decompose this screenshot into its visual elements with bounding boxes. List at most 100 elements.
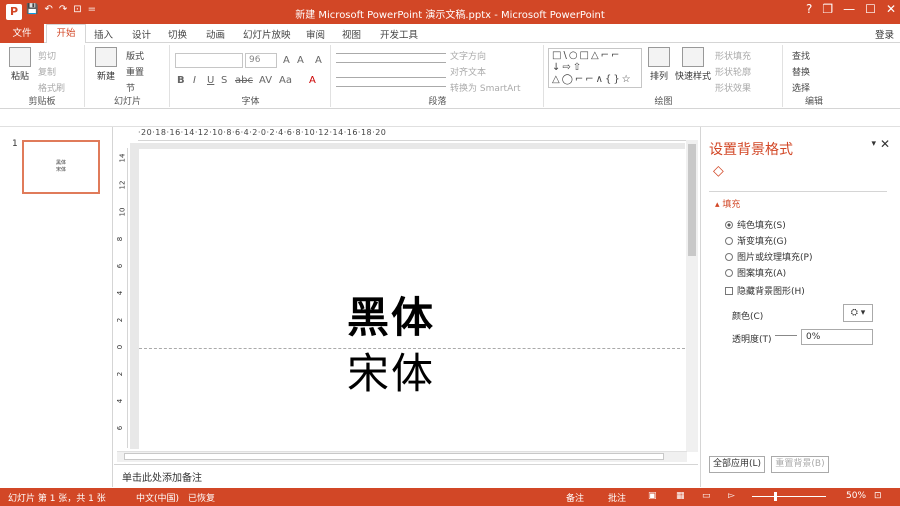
shrink-font-button[interactable]: A	[297, 55, 304, 66]
underline-button[interactable]: U	[207, 75, 214, 86]
select-button[interactable]: 选择	[792, 81, 810, 94]
grow-font-button[interactable]: A	[283, 55, 290, 66]
shape-effects-button[interactable]: 形状效果	[715, 81, 751, 94]
notes-toggle[interactable]: 备注	[566, 491, 584, 504]
window-title: 新建 Microsoft PowerPoint 演示文稿.pptx - Micr…	[295, 10, 605, 21]
tab-developer[interactable]: 开发工具	[380, 27, 418, 41]
tab-view[interactable]: 视图	[342, 27, 361, 41]
horizontal-scroll-thumb[interactable]	[124, 453, 664, 460]
text-direction-button[interactable]: 文字方向	[450, 49, 486, 62]
language-status[interactable]: 中文(中国)	[136, 491, 179, 504]
layout-button[interactable]: 版式	[126, 49, 144, 62]
normal-view-icon[interactable]: ▣	[648, 491, 657, 501]
radio-empty	[725, 269, 733, 277]
slide-text-songti[interactable]: 宋体	[347, 340, 435, 401]
reset-button[interactable]: 重置	[126, 65, 144, 78]
pattern-fill-radio[interactable]: 图案填充(A)	[725, 266, 786, 279]
tab-insert[interactable]: 插入	[94, 27, 113, 41]
bold-button[interactable]: B	[177, 75, 185, 86]
pane-close-icon[interactable]: ✕	[880, 137, 890, 151]
slide-sorter-icon[interactable]: ▦	[676, 491, 685, 501]
slideshow-view-icon[interactable]: ▻	[728, 491, 735, 501]
fill-bucket-icon[interactable]: ◇	[713, 163, 724, 179]
vertical-scroll-thumb[interactable]	[688, 144, 696, 256]
font-size-combo[interactable]: 96	[245, 53, 277, 68]
list-buttons[interactable]	[336, 53, 446, 63]
group-font: 96 A A A B I U S abc AV Aa A 字体	[171, 45, 331, 107]
qat-below-ribbon	[0, 110, 900, 127]
fit-to-window-icon[interactable]: ⊡	[874, 491, 882, 501]
change-case-button[interactable]: Aa	[279, 75, 292, 86]
maximize-button[interactable]: ☐	[865, 2, 876, 16]
char-spacing-button[interactable]: AV	[259, 75, 272, 86]
find-button[interactable]: 查找	[792, 49, 810, 62]
quick-styles-button[interactable]: 快速样式	[675, 47, 711, 82]
gradient-fill-radio[interactable]: 渐变填充(G)	[725, 234, 787, 247]
zoom-slider-knob[interactable]	[774, 492, 777, 501]
clipboard-group-label: 剪贴板	[28, 97, 56, 107]
tab-animations[interactable]: 动画	[206, 27, 225, 41]
font-color-button[interactable]: A	[309, 75, 316, 86]
vruler-tick-label: 10	[118, 207, 127, 217]
group-slides: 新建 版式 重置 节 幻灯片	[86, 45, 170, 107]
font-group-label: 字体	[241, 97, 260, 107]
comments-toggle[interactable]: 批注	[608, 491, 626, 504]
color-picker-button[interactable]: ⛭ ▾	[843, 304, 873, 322]
arrange-button[interactable]: 排列	[645, 47, 673, 82]
quick-styles-label: 快速样式	[675, 72, 712, 82]
strikethrough-button[interactable]: abc	[235, 75, 253, 86]
thumb-line2: 宋体	[55, 167, 66, 173]
minimize-button[interactable]: —	[843, 2, 855, 16]
ribbon-display-icon[interactable]: ❐	[822, 2, 833, 16]
drawing-group-label: 绘图	[654, 97, 673, 107]
zoom-level[interactable]: 50%	[846, 491, 866, 501]
shape-outline-button[interactable]: 形状轮廓	[715, 65, 751, 78]
tab-home[interactable]: 开始	[46, 24, 86, 43]
font-name-combo[interactable]	[175, 53, 243, 68]
login-link[interactable]: 登录	[875, 27, 894, 41]
vruler-tick-label: 8	[116, 236, 125, 242]
zoom-slider[interactable]	[752, 496, 826, 497]
tab-design[interactable]: 设计	[132, 27, 151, 41]
clear-format-button[interactable]: A	[315, 55, 322, 66]
reset-background-button[interactable]: 重置背景(B)	[771, 456, 829, 473]
transparency-input[interactable]: 0%	[801, 329, 873, 345]
reading-view-icon[interactable]: ▭	[702, 491, 711, 501]
convert-smartart-button[interactable]: 转换为 SmartArt	[450, 81, 520, 94]
italic-button[interactable]: I	[193, 75, 196, 86]
ribbon: 粘贴 剪切 复制 格式刷 剪贴板 新建 版式 重置 节 幻灯片 96 A A A…	[0, 43, 900, 109]
cut-button[interactable]: 剪切	[38, 49, 56, 62]
align-buttons[interactable]	[336, 77, 446, 87]
section-button[interactable]: 节	[126, 81, 135, 94]
vruler-tick-label: 14	[118, 153, 127, 163]
format-painter-button[interactable]: 格式刷	[38, 81, 65, 94]
transparency-slider[interactable]	[775, 335, 797, 336]
replace-button[interactable]: 替换	[792, 65, 810, 78]
radio-selected	[725, 221, 733, 229]
slide-text-heiti[interactable]: 黑体	[347, 284, 435, 345]
gradient-fill-label: 渐变填充(G)	[737, 237, 787, 247]
slide-thumbnails-pane: 1 黑体 宋体	[0, 127, 113, 487]
align-text-button[interactable]: 对齐文本	[450, 65, 486, 78]
tab-file[interactable]: 文件	[0, 24, 44, 43]
picture-fill-radio[interactable]: 图片或纹理填充(P)	[725, 250, 812, 263]
slide-thumbnail[interactable]: 黑体 宋体	[22, 140, 100, 194]
shape-fill-button[interactable]: 形状填充	[715, 49, 751, 62]
transparency-label: 透明度(T)	[732, 335, 772, 345]
fill-section-header[interactable]: ▴ 填充	[715, 197, 740, 210]
copy-button[interactable]: 复制	[38, 65, 56, 78]
tab-slideshow[interactable]: 幻灯片放映	[243, 27, 291, 41]
solid-fill-radio[interactable]: 纯色填充(S)	[725, 218, 786, 231]
new-slide-button[interactable]: 新建	[90, 47, 122, 82]
notes-pane[interactable]: 单击此处添加备注	[114, 464, 698, 486]
tab-review[interactable]: 审阅	[306, 27, 325, 41]
paste-button[interactable]: 粘贴	[6, 47, 34, 82]
pane-options-icon[interactable]: ▾	[871, 139, 876, 149]
shadow-button[interactable]: S	[221, 75, 227, 86]
apply-all-button[interactable]: 全部应用(L)	[709, 456, 765, 473]
tab-transitions[interactable]: 切换	[168, 27, 187, 41]
close-button[interactable]: ✕	[886, 2, 896, 16]
help-icon[interactable]: ?	[806, 2, 812, 16]
hide-graphics-checkbox[interactable]: 隐藏背景图形(H)	[725, 284, 805, 297]
shapes-gallery[interactable]: □\○□△⌐⌐ ↓⇨⇧ △◯⌐⌐∧{}☆	[548, 48, 642, 88]
